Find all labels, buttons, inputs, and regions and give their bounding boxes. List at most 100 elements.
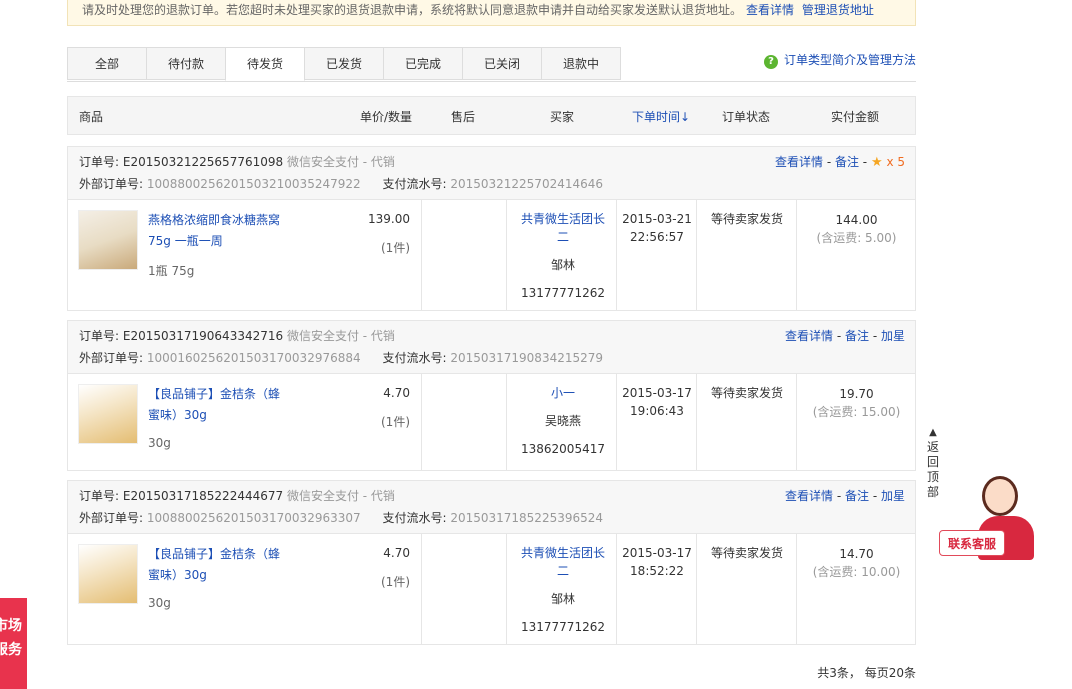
order-time: 2015-03-17 18:52:22 [617,544,697,580]
contact-service-button[interactable]: 联系客服 [939,530,1005,556]
buyer-info: 共青微生活团长二 邹林 13177771262 [508,210,618,302]
buyer-shop-link[interactable]: 小一 [508,384,618,402]
column-divider [506,534,507,644]
product-name-link[interactable]: 【良品铺子】金桔条（蜂蜜味）30g [148,544,288,586]
external-order-label: 外部订单号: [79,511,147,525]
paid-amount: 144.00 (含运费: 5.00) [797,211,916,247]
header-price-qty: 单价/数量 [360,110,413,124]
remark-link[interactable]: 备注 [835,155,859,169]
pagination-info: 共3条， 每页20条 [817,666,916,680]
shipping-fee: (含运费: 10.00) [812,565,901,579]
paid-amount: 19.70 (含运费: 15.00) [797,385,916,421]
order-header: 订单号: E20150317190643342716 微信安全支付 - 代销 外… [68,321,915,374]
column-divider [506,374,507,470]
order-number-line: 订单号: E20150317190643342716 微信安全支付 - 代销 [79,327,395,344]
product-spec: 1瓶 75g [148,264,195,278]
payment-method: 微信安全支付 - 代销 [286,329,395,343]
header-amount: 实付金额 [831,110,880,124]
external-order-label: 外部订单号: [79,177,147,191]
remark-link[interactable]: 备注 [845,329,869,343]
market-service-tab[interactable]: 市场服务 [0,598,27,689]
help-link[interactable]: 订单类型简介及管理方法 [784,53,916,67]
view-detail-link[interactable]: 查看详情 [775,155,823,169]
view-detail-link[interactable]: 查看详情 [785,329,833,343]
shipping-fee: (含运费: 5.00) [816,231,897,245]
unit-price: 139.00 [368,212,410,226]
tab-pending-shipment[interactable]: 待发货 [225,47,305,81]
header-buyer: 买家 [550,110,575,124]
product-name-link[interactable]: 【良品铺子】金桔条（蜂蜜味）30g [148,384,288,426]
external-order-line: 外部订单号: 1008800256201503210035247922 支付流水… [79,175,603,192]
order-date: 2015-03-17 [622,386,692,400]
payment-flow-number: 201503212257024146​46 [450,177,604,191]
tab-completed[interactable]: 已完成 [383,47,463,80]
tab-shipped[interactable]: 已发货 [304,47,384,80]
product-image[interactable] [78,544,138,604]
quantity: (1件) [381,575,410,589]
order-card: 订单号: E20150317185222444677 微信安全支付 - 代销 外… [67,480,916,645]
order-row: 【良品铺子】金桔条（蜂蜜味）30g 30g 4.70 (1件) 小一 吴晓燕 1… [68,374,915,470]
product-image[interactable] [78,384,138,444]
buyer-info: 共青微生活团长二 邹林 13177771262 [508,544,618,636]
amount-value: 14.70 [839,547,874,561]
paid-amount: 14.70 (含运费: 10.00) [797,545,916,581]
unit-price: 4.70 [383,546,410,560]
order-tabs: 全部 待付款 待发货 已发货 已完成 已关闭 退款中 ? 订单类型简介及管理方法 [67,47,916,82]
external-order-label: 外部订单号: [79,351,147,365]
column-divider [421,374,422,470]
payment-flow-label: 支付流水号: [382,351,451,365]
order-card: 订单号: E20150321225657761098 微信安全支付 - 代销 外… [67,146,916,311]
external-order-number: 1008800256201503170032963307 [146,511,361,525]
order-row: 【良品铺子】金桔条（蜂蜜味）30g 30g 4.70 (1件) 共青微生活团长二… [68,534,915,644]
order-clock: 19:06:43 [630,404,684,418]
order-actions: 查看详情 - 备注 - 加星 [785,329,905,343]
quantity: (1件) [381,241,410,255]
order-time: 2015-03-21 22:56:57 [617,210,697,246]
payment-flow-label: 支付流水号: [382,511,451,525]
order-table-header: 商品 单价/数量 售后 买家 下单时间↓ 订单状态 实付金额 [67,96,916,135]
header-order-time-sort[interactable]: 下单时间↓ [632,108,690,125]
order-number-line: 订单号: E20150317185222444677 微信安全支付 - 代销 [79,487,395,504]
order-clock: 22:56:57 [630,230,684,244]
buyer-name: 吴晓燕 [544,414,581,428]
amount-value: 19.70 [839,387,874,401]
product-spec: 30g [148,596,171,610]
external-order-line: 外部订单号: 1008800256201503170032963307 支付流水… [79,509,603,526]
column-divider [506,200,507,310]
order-card: 订单号: E20150317190643342716 微信安全支付 - 代销 外… [67,320,916,471]
order-date: 2015-03-17 [622,546,692,560]
tab-pending-payment[interactable]: 待付款 [146,47,226,80]
add-star-link[interactable]: 加星 [881,329,905,343]
star-icon[interactable]: ★ [871,155,883,170]
tab-refunding[interactable]: 退款中 [541,47,621,80]
customer-service-widget[interactable]: 联系客服 [938,472,1048,562]
external-order-number: 1008800256201503210035247922 [146,177,361,191]
tab-all[interactable]: 全部 [67,47,147,80]
buyer-phone: 13862005417 [521,442,605,456]
remark-link[interactable]: 备注 [845,489,869,503]
external-order-number: 1000160256201503170032976884 [146,351,361,365]
shipping-fee: (含运费: 15.00) [812,405,901,419]
order-clock: 18:52:22 [630,564,684,578]
order-number: 订单号: E20150317185222444677 [79,489,284,503]
payment-flow-label: 支付流水号: [382,177,451,191]
chevron-up-icon: ▲ [929,427,937,438]
question-icon: ? [763,55,778,69]
order-type-help[interactable]: ? 订单类型简介及管理方法 [763,51,916,69]
product-image[interactable] [78,210,138,270]
payment-flow-number: 201503171852​25396524 [450,511,604,525]
manage-return-address-link[interactable]: 管理退货地址 [802,3,874,17]
buyer-shop-link[interactable]: 共青微生活团长二 [518,210,608,246]
tab-closed[interactable]: 已关闭 [462,47,542,80]
buyer-shop-link[interactable]: 共青微生活团长二 [518,544,608,580]
add-star-link[interactable]: 加星 [881,489,905,503]
buyer-info: 小一 吴晓燕 13862005417 [508,384,618,458]
notice-text: 请及时处理您的退款订单。若您超时未处理买家的退货退款申请，系统将默认同意退款申请… [82,3,743,17]
product-name-link[interactable]: 燕格格浓缩即食冰糖燕窝75g 一瓶一周 [148,210,293,252]
view-detail-link[interactable]: 查看详情 [785,489,833,503]
column-divider [421,534,422,644]
payment-flow-number: 201503171908​34215279 [450,351,604,365]
order-date: 2015-03-21 [622,212,692,226]
service-avatar-icon [982,476,1018,516]
notice-detail-link[interactable]: 查看详情 [746,3,794,17]
